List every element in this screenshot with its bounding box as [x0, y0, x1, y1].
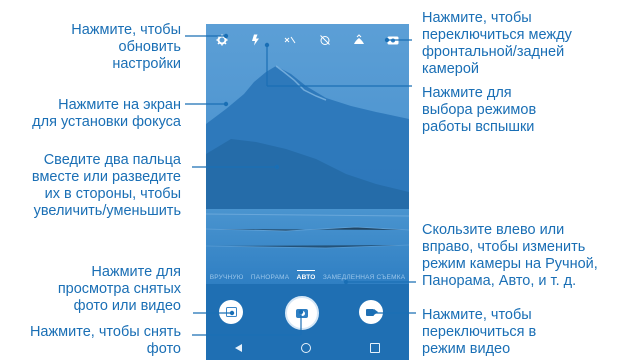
mode-panorama[interactable]: ПАНОРАМА	[251, 274, 289, 281]
callout-modes-text: Скользите влево или вправо, чтобы измени…	[422, 222, 598, 289]
switch-camera-icon[interactable]	[385, 32, 401, 48]
camera-top-bar	[206, 24, 409, 56]
gallery-icon	[225, 307, 237, 317]
mode-slow-motion[interactable]: ЗАМЕДЛЕННАЯ СЪЕМКА	[323, 274, 405, 281]
callout-video: Нажмите, чтобы переключиться в режим вид…	[422, 307, 536, 358]
gallery-button[interactable]	[219, 300, 243, 324]
callout-gallery: Нажмите для просмотра снятых фото или ви…	[58, 264, 181, 315]
callout-switch-camera: Нажмите, чтобы переключиться между фронт…	[422, 10, 572, 78]
callout-focus: Нажмите на экран для установки фокуса	[32, 97, 181, 131]
viewfinder[interactable]	[206, 24, 409, 284]
callout-gallery-text: Нажмите для просмотра снятых фото или ви…	[57, 264, 181, 314]
camera-bottom-bar	[206, 284, 409, 360]
back-icon[interactable]	[235, 344, 243, 352]
callout-modes: Скользите влево или вправо, чтобы измени…	[422, 222, 598, 290]
settings-gear-icon[interactable]	[214, 32, 230, 48]
callout-settings-text: Нажмите, чтобы обновить настройки	[71, 22, 181, 72]
callout-video-text: Нажмите, чтобы переключиться в режим вид…	[422, 307, 537, 357]
camera-mode-selector[interactable]: ВРУЧНУЮ ПАНОРАМА АВТО ЗАМЕДЛЕННАЯ СЪЕМКА	[206, 269, 409, 283]
recents-icon[interactable]	[369, 343, 380, 353]
callout-zoom: Сведите два пальца вместе или разведите …	[32, 152, 181, 220]
flash-icon[interactable]	[248, 32, 264, 48]
callout-shutter-text: Нажмите, чтобы снять фото	[29, 324, 181, 357]
scene-icon[interactable]	[351, 32, 367, 48]
callout-focus-text: Нажмите на экран для установки фокуса	[32, 97, 181, 130]
callout-flash: Нажмите для выбора режимов работы вспышк…	[422, 85, 536, 136]
video-camera-icon	[365, 308, 378, 316]
mode-manual[interactable]: ВРУЧНУЮ	[210, 274, 244, 281]
android-nav-bar	[206, 336, 409, 360]
video-mode-button[interactable]	[359, 300, 383, 324]
callout-settings: Нажмите, чтобы обновить настройки	[71, 22, 181, 73]
callout-switch-camera-text: Нажмите, чтобы переключиться между фронт…	[422, 10, 572, 77]
phone-screen: ВРУЧНУЮ ПАНОРАМА АВТО ЗАМЕДЛЕННАЯ СЪЕМКА	[206, 24, 409, 360]
callout-zoom-text: Сведите два пальца вместе или разведите …	[31, 152, 181, 219]
home-icon[interactable]	[300, 343, 311, 353]
timer-off-icon[interactable]	[317, 32, 333, 48]
hdr-off-icon[interactable]	[282, 32, 298, 48]
shutter-button[interactable]	[285, 296, 319, 330]
camera-icon	[296, 308, 308, 318]
callout-flash-text: Нажмите для выбора режимов работы вспышк…	[422, 85, 537, 135]
callout-shutter: Нажмите, чтобы снять фото	[30, 324, 181, 358]
mode-auto[interactable]: АВТО	[296, 269, 316, 281]
